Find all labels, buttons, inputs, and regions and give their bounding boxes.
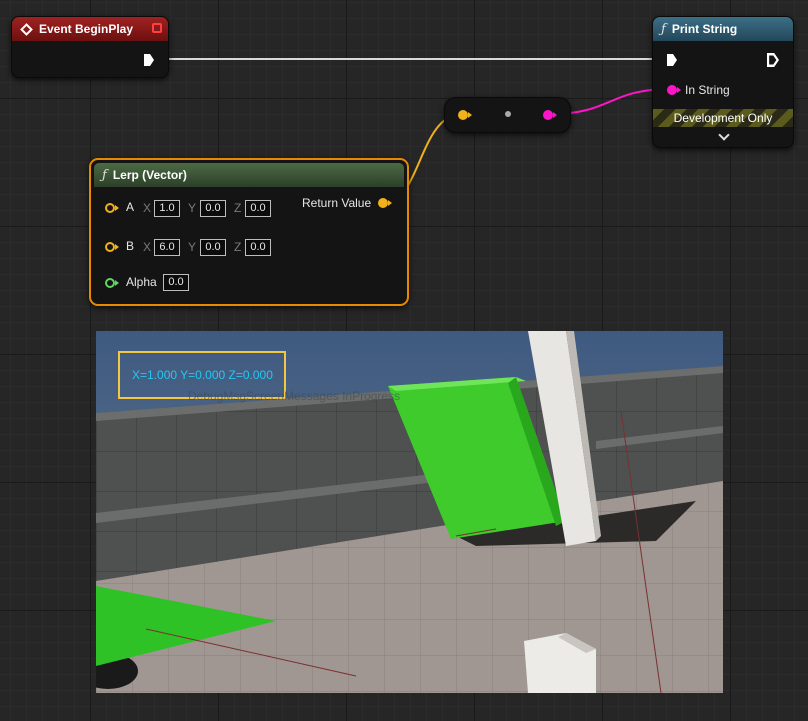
in-string-label: In String (685, 83, 730, 97)
pin-alpha-label: Alpha (126, 275, 157, 289)
pin-b-y-field[interactable]: 0.0 (200, 239, 226, 256)
pin-a-y-field[interactable]: 0.0 (200, 200, 226, 217)
node-header: Event BeginPlay (12, 17, 168, 41)
pin-a-z-field[interactable]: 0.0 (245, 200, 271, 217)
alpha-field[interactable]: 0.0 (163, 274, 189, 291)
pin-b-z-field[interactable]: 0.0 (245, 239, 271, 256)
z-axis-label: Z (234, 201, 242, 215)
pin-arrow-icon (388, 200, 392, 206)
node-title: Print String (671, 22, 738, 36)
conversion-node[interactable] (444, 97, 571, 133)
debug-message: X=1.000 Y=0.000 Z=0.000 (132, 368, 273, 382)
node-header: ƒ Lerp (Vector) (94, 163, 404, 187)
pin-arrow-icon (115, 280, 119, 286)
z-axis-label: Z (234, 240, 242, 254)
pin-b-label: B (126, 239, 135, 253)
pin-b-x-field[interactable]: 6.0 (154, 239, 180, 256)
x-axis-label: X (143, 240, 152, 254)
pin-a[interactable] (105, 203, 115, 213)
x-axis-label: X (143, 201, 152, 215)
in-string-pin[interactable] (667, 85, 677, 95)
pin-arrow-icon (553, 112, 557, 118)
event-beginplay-node[interactable]: Event BeginPlay (11, 16, 169, 78)
exec-out-pin-icon[interactable] (767, 53, 779, 67)
pin-a-x-field[interactable]: 1.0 (154, 200, 180, 217)
node-title: Event BeginPlay (39, 22, 134, 36)
game-viewport[interactable]: X=1.000 Y=0.000 Z=0.000 DebugMsgScreenMe… (96, 331, 723, 693)
faint-screen-message: DebugMsgScreenMessages InProgress (188, 389, 401, 403)
pin-arrow-icon (677, 87, 681, 93)
y-axis-label: Y (188, 240, 197, 254)
pin-alpha[interactable] (105, 278, 115, 288)
pin-arrow-icon (468, 112, 472, 118)
event-diamond-icon (20, 22, 33, 36)
delegate-square-icon[interactable] (152, 23, 162, 33)
y-axis-label: Y (188, 201, 197, 215)
return-value-pin[interactable] (378, 198, 388, 208)
function-icon: ƒ (661, 21, 666, 37)
vector-in-pin[interactable] (458, 110, 468, 120)
conversion-dot-icon (505, 111, 511, 117)
function-icon: ƒ (102, 167, 107, 183)
pin-arrow-icon (115, 205, 119, 211)
node-title: Lerp (Vector) (112, 168, 187, 182)
node-header: ƒ Print String (653, 17, 793, 41)
chevron-down-icon[interactable] (718, 129, 730, 141)
development-only-banner: Development Only (653, 109, 793, 127)
exec-in-pin-icon[interactable] (667, 54, 677, 66)
string-out-pin[interactable] (543, 110, 553, 120)
lerp-vector-node[interactable]: ƒ Lerp (Vector) Return Value A X 1.0 Y 0… (89, 158, 409, 306)
exec-out-pin-icon[interactable] (144, 54, 154, 66)
print-string-node[interactable]: ƒ Print String In String Development Onl… (652, 16, 794, 148)
pin-b[interactable] (105, 242, 115, 252)
pin-arrow-icon (115, 244, 119, 250)
pin-a-label: A (126, 200, 135, 214)
return-value-label: Return Value (302, 196, 372, 210)
